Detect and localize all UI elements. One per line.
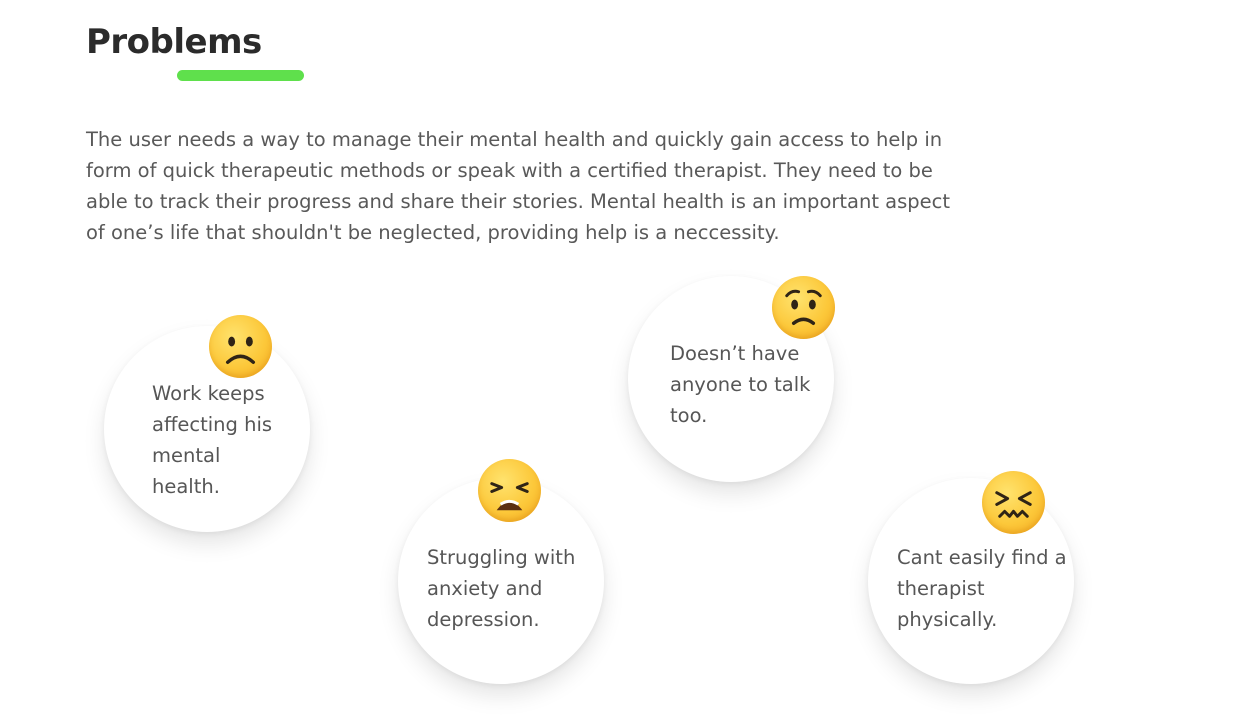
frowning-face-icon [209, 315, 272, 378]
weary-face-icon [478, 459, 541, 522]
problem-text: Doesn’t have anyone to talk too. [670, 342, 811, 427]
section-title: Problems [86, 22, 262, 62]
confounded-face-icon [982, 471, 1045, 534]
problem-text: Cant easily find a therapist physically. [897, 546, 1067, 631]
title-underline [177, 70, 304, 81]
worried-face-icon [772, 276, 835, 339]
problem-text: Struggling with anxiety and depression. [427, 546, 576, 631]
section-description: The user needs a way to manage their men… [86, 128, 951, 244]
problem-text: Work keeps affecting his mental health. [152, 382, 273, 498]
